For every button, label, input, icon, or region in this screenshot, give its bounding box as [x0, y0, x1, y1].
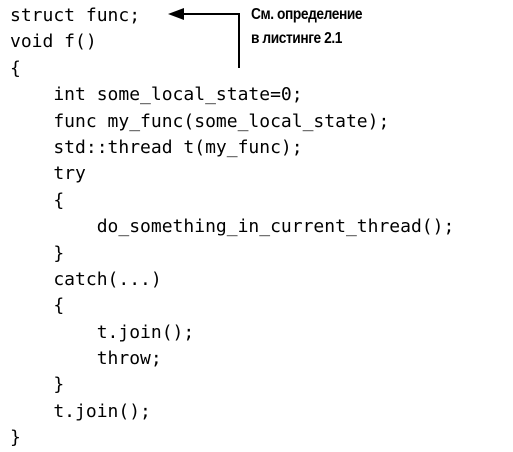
callout-arrow	[168, 8, 240, 68]
arrowhead-icon	[168, 8, 184, 20]
callout-leader-line	[182, 13, 240, 68]
callout-line-2: в листинге 2.1	[251, 30, 342, 47]
callout-line-1: См. определение	[251, 6, 363, 23]
callout-note: См. определение в листинге 2.1	[251, 3, 363, 51]
